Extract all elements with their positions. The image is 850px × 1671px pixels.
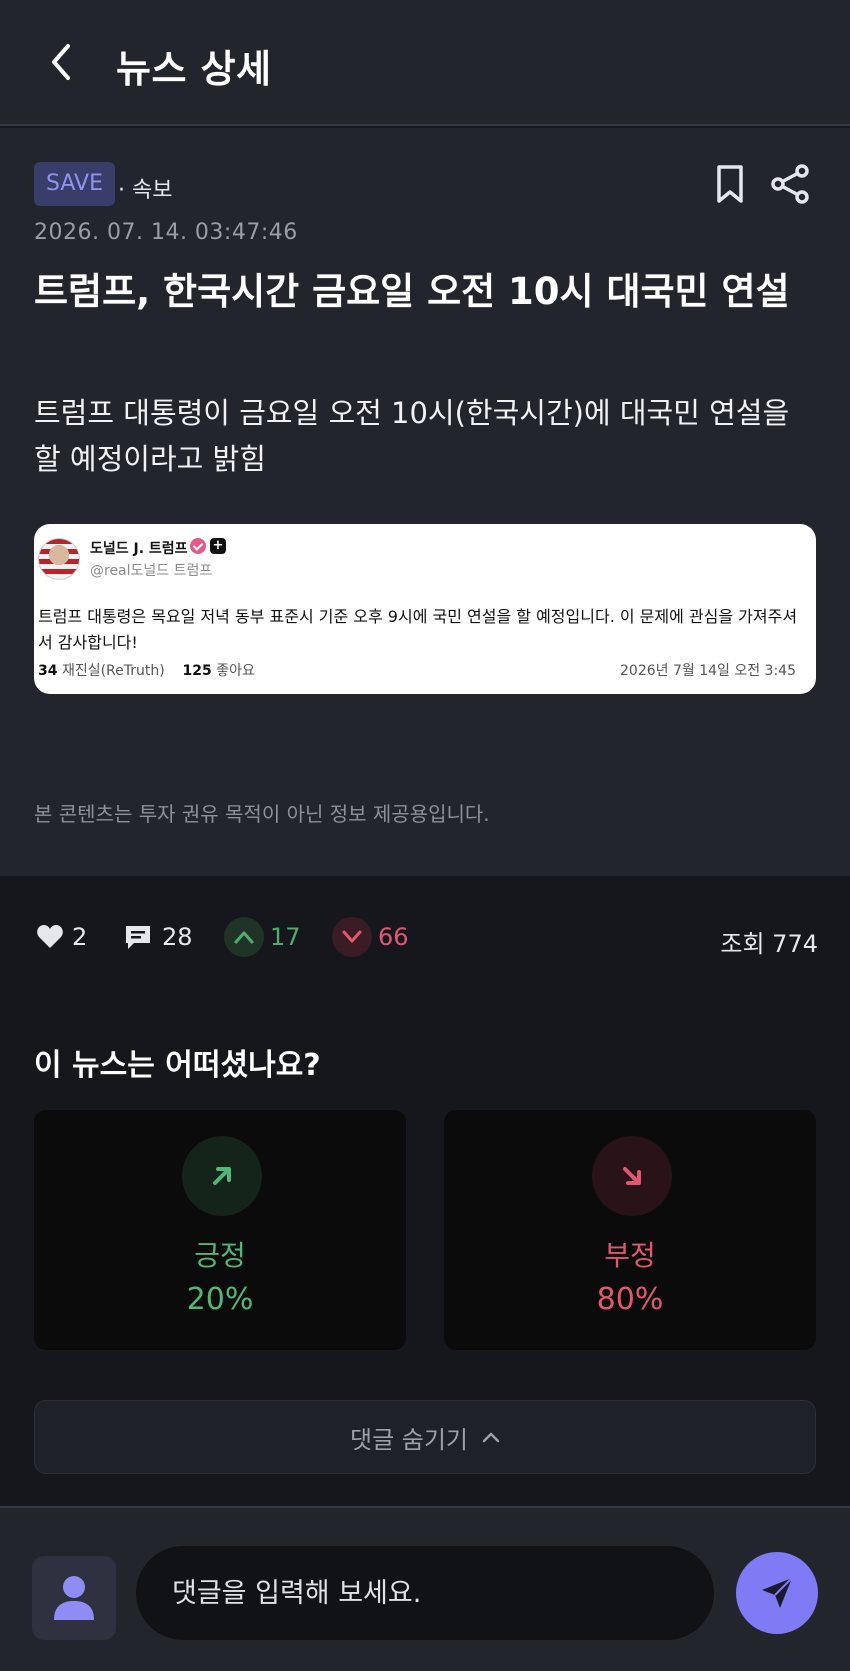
- verified-icon: [190, 538, 206, 554]
- top-bar: 뉴스 상세: [0, 0, 850, 126]
- view-count: 조회 774: [720, 930, 818, 958]
- arrow-up-right-icon: [213, 1167, 231, 1185]
- arrow-down-right-icon: [623, 1167, 641, 1185]
- upvote-button[interactable]: 17: [224, 916, 301, 958]
- article-headline: 트럼프, 한국시간 금요일 오전 10시 대국민 연설: [34, 270, 790, 313]
- like-count: 2: [72, 923, 88, 951]
- send-button[interactable]: [736, 1552, 818, 1634]
- poll-negative-label: 부정: [604, 1239, 656, 1272]
- send-icon: [762, 1577, 793, 1608]
- disclaimer: 본 콘텐츠는 투자 권유 목적이 아닌 정보 제공용입니다.: [34, 802, 490, 826]
- article-summary: 트럼프 대통령이 금요일 오전 10시(한국시간)에 대국민 연설을 할 예정이…: [34, 396, 790, 477]
- post-likes-count: 125: [182, 663, 212, 679]
- post-author-name: 도널드 J. 트럼프: [90, 541, 188, 557]
- post-body: 트럼프 대통령은 목요일 저녁 동부 표준시 기준 오후 9시에 국민 연설을 …: [38, 607, 798, 653]
- share-icon: [771, 164, 809, 204]
- comment-count: 28: [162, 923, 193, 951]
- back-icon: [52, 44, 70, 80]
- post-author-avatar: [38, 538, 80, 580]
- published-time: 2026. 07. 14. 03:47:46: [34, 220, 298, 245]
- user-icon: [54, 1576, 94, 1620]
- poll-negative-percent: 80%: [596, 1282, 664, 1317]
- chevron-down-icon: [342, 930, 362, 943]
- share-button[interactable]: [768, 162, 812, 206]
- back-button[interactable]: [44, 38, 84, 86]
- bookmark-icon: [717, 165, 743, 203]
- downvote-button[interactable]: 66: [332, 916, 409, 958]
- category-label: · 속보: [118, 178, 173, 203]
- comment-input[interactable]: [136, 1546, 714, 1640]
- plus-badge-icon: +: [210, 538, 226, 554]
- hide-comments-button[interactable]: 댓글 숨기기: [34, 1400, 816, 1474]
- upvote-count: 17: [270, 923, 301, 951]
- post-footer: 34 재진실(ReTruth) 125 좋아요 2026년 7월 14일 오전 …: [38, 660, 808, 680]
- comment-icon: [126, 926, 150, 949]
- source-tag: SAVE: [34, 162, 115, 206]
- post-likes-label: 좋아요: [216, 663, 255, 679]
- poll-positive-option[interactable]: 긍정 20%: [34, 1110, 406, 1350]
- like-button[interactable]: 2: [36, 916, 87, 958]
- downvote-count: 66: [378, 923, 409, 951]
- hide-comments-label: 댓글 숨기기: [349, 1425, 469, 1454]
- comment-input-bar: [0, 1506, 850, 1671]
- retruths-label: 재진실(ReTruth): [61, 663, 165, 679]
- post-author-handle: @real도널드 트럼프: [90, 563, 213, 579]
- poll-positive-percent: 20%: [186, 1282, 254, 1317]
- embedded-post: 도널드 J. 트럼프 + @real도널드 트럼프 트럼프 대통령은 목요일 저…: [34, 524, 816, 694]
- article-section: SAVE · 속보 2026. 07. 14. 03:47:46 트럼프, 한국…: [0, 128, 850, 876]
- page-title: 뉴스 상세: [116, 47, 272, 91]
- heart-icon: [37, 925, 63, 948]
- post-date: 2026년 7월 14일 오전 3:45: [620, 663, 796, 679]
- avatar: [32, 1556, 116, 1640]
- comment-count-button[interactable]: 28: [124, 916, 193, 958]
- poll-title: 이 뉴스는 어떠셨나요?: [34, 1048, 321, 1083]
- retruths-count: 34: [38, 663, 58, 679]
- bookmark-button[interactable]: [710, 162, 750, 206]
- poll-negative-option[interactable]: 부정 80%: [444, 1110, 816, 1350]
- engagement-bar: 2 28 17 66 조회 774: [0, 876, 850, 996]
- poll-positive-label: 긍정: [194, 1239, 246, 1272]
- chevron-up-icon: [482, 1432, 500, 1443]
- chevron-up-icon: [234, 931, 254, 944]
